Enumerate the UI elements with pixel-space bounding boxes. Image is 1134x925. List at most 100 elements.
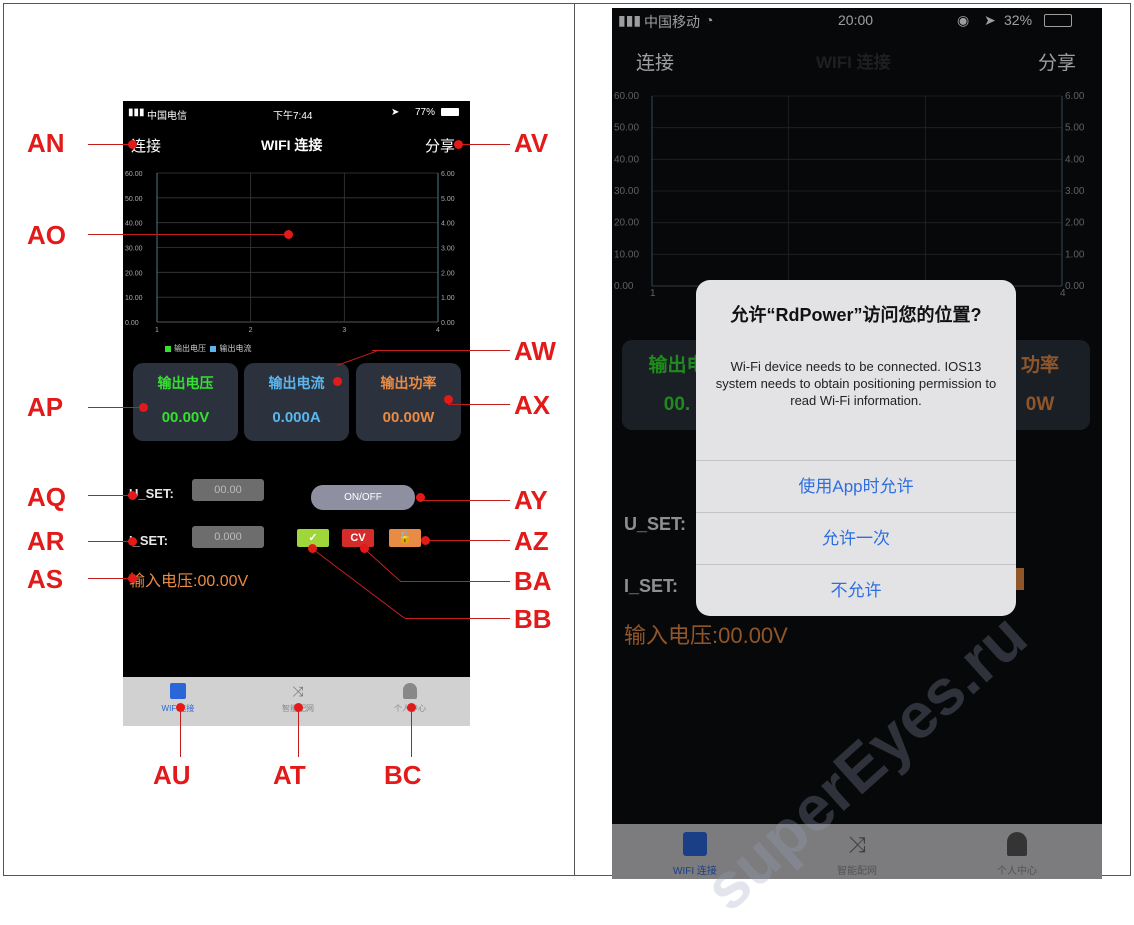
callout-dot [360,544,369,553]
share-button[interactable]: 分享 [425,135,455,156]
y-right-tick: 5.00 [441,196,455,203]
y-right-tick: 6.00 [441,171,455,178]
y-left-tick: 30.00 [125,246,143,253]
tab-bar: WIFI连接 ⤨ 智能配网 个人中心 [123,677,470,726]
leader-line [411,707,412,757]
callout-dot [176,703,185,712]
i-set-input[interactable]: 0.000 [192,526,264,548]
callout-dot [454,140,463,149]
y-left-tick: 40.00 [125,221,143,228]
alert-title: 允许“RdPower”访问您的位置? [730,305,982,325]
callout-dot [308,544,317,553]
leader-line [180,707,181,757]
callout-dot [128,574,137,583]
person-icon [403,683,417,699]
location-icon: ➤ [391,107,400,118]
y-left-tick: 20.00 [125,270,143,277]
status-time: 下午7:44 [273,111,313,122]
nav-title: WIFI 连接 [261,137,323,153]
y-right-tick: 2.00 [441,270,455,277]
status-bar: ▮▮▮ 中国电信 下午7:44 ➤ 77% [123,101,470,123]
callout-dot [416,493,425,502]
callout-ax: AX [514,390,551,420]
callout-av: AV [514,128,549,158]
current-card: 输出电流 0.000A [244,363,349,441]
callout-dot [421,536,430,545]
callout-dot [139,403,148,412]
leader-line [88,495,132,496]
leader-line [420,500,510,501]
panel-divider [574,3,575,876]
y-left-tick: 60.00 [125,171,143,178]
callout-ba: BA [514,566,552,596]
callout-au: AU [153,760,191,790]
battery-percent: 77% [415,107,436,118]
x-tick: 4 [436,327,440,334]
card-value: 00.00V [161,409,210,426]
allow-while-using-button[interactable]: 使用App时允许 [696,460,1016,513]
callout-aq: AQ [27,482,66,512]
leader-line [448,404,510,405]
leader-line [88,578,132,579]
allow-once-button[interactable]: 允许一次 [696,512,1016,565]
y-right-tick: 1.00 [441,295,455,302]
callout-ay: AY [514,485,548,515]
chart-legend: 输出电压 输出电流 [165,343,251,354]
callout-ap: AP [27,392,64,422]
left-phone-screen: ▮▮▮ 中国电信 下午7:44 ➤ 77% 连接 WIFI 连接 分享 60.0… [123,101,470,726]
card-value: 00.00W [382,409,435,426]
leader-line [405,618,510,619]
alert-message: Wi-Fi device needs to be connected. IOS1… [715,359,997,408]
callout-dot [128,537,137,546]
callout-dot [333,377,342,386]
x-tick: 1 [155,327,159,334]
callout-aw: AW [514,336,556,366]
callout-ao: AO [27,220,66,250]
lock-icon[interactable]: 🔓 [389,529,421,547]
dont-allow-button[interactable]: 不允许 [696,564,1016,616]
nav-bar: 连接 WIFI 连接 分享 [123,125,470,161]
leader-line [458,144,510,145]
card-label: 输出功率 [380,375,437,391]
leader-line [298,707,299,757]
callout-as: AS [27,564,64,594]
leader-line [88,144,132,145]
leader-line [400,581,510,582]
leader-line [372,350,510,351]
leader-line [88,407,143,408]
callout-dot [294,703,303,712]
y-right-tick: 4.00 [441,221,455,228]
u-set-input[interactable]: 00.00 [192,479,264,501]
cube-icon [170,683,186,699]
y-right-tick: 3.00 [441,246,455,253]
callout-bb: BB [514,604,552,634]
card-value: 0.000A [272,409,321,426]
location-permission-alert: 允许“RdPower”访问您的位置? Wi-Fi device needs to… [696,280,1016,616]
output-chart: 60.00 6.00 50.00 5.00 40.00 4.00 30.00 3.00 20.0… [123,163,470,348]
callout-an: AN [27,128,65,158]
callout-dot [407,703,416,712]
callout-at: AT [273,760,306,790]
carrier: 中国电信 [147,111,187,122]
leader-line [88,234,288,235]
onoff-button[interactable]: ON/OFF [311,485,415,510]
legend-current: 输出电流 [219,344,252,353]
y-right-tick: 0.00 [441,320,455,327]
callout-dot [128,491,137,500]
chart-svg: 60.00 6.0050.00 5.0040.00 4.0030.00 3.0020.0… [125,171,455,334]
cv-indicator: CV [342,529,374,547]
legend-swatch-voltage [165,345,171,352]
callout-az: AZ [514,526,549,556]
x-tick: 2 [249,327,253,334]
leader-line [88,541,132,542]
battery-icon [441,108,459,116]
callout-ar: AR [27,526,65,556]
voltage-card: 输出电压 00.00V [133,363,238,441]
callout-dot [284,230,293,239]
callout-bc: BC [384,760,422,790]
legend-voltage: 输出电压 [174,344,206,353]
callout-dot [444,395,453,404]
signal-icon: ▮▮▮ [128,107,145,118]
y-left-tick: 0.00 [125,320,139,327]
shuffle-icon: ⤨ [292,683,304,699]
